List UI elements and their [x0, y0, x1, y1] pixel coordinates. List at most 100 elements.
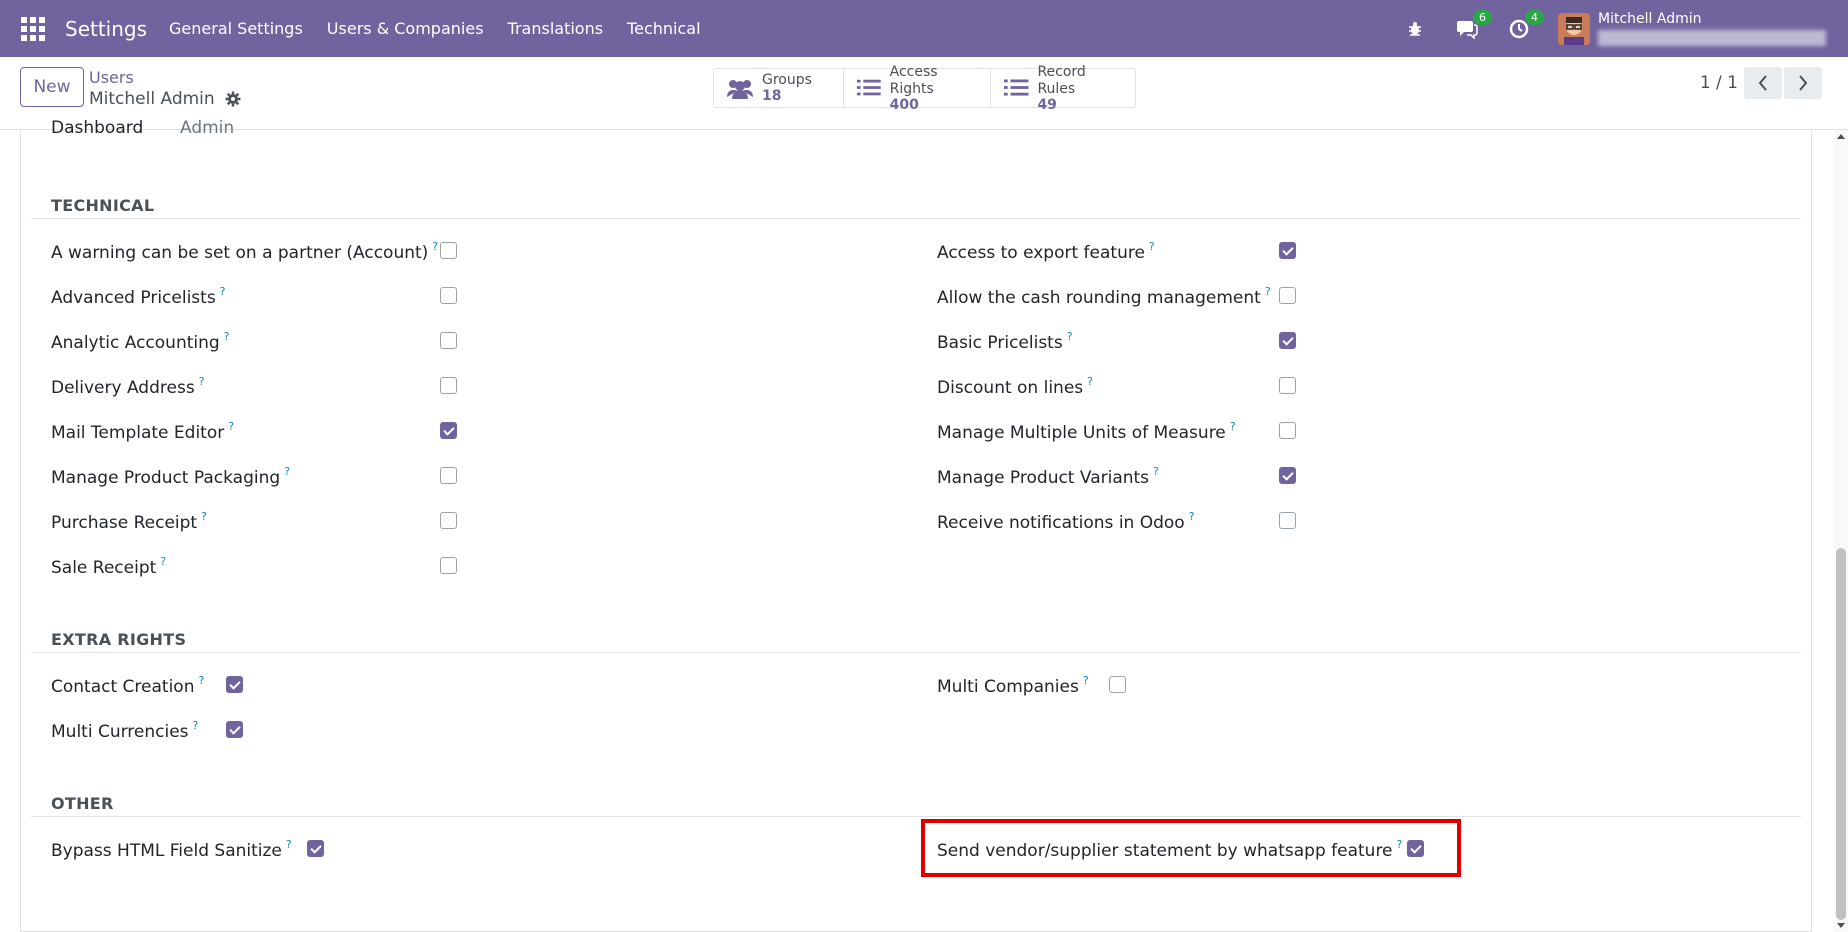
checkbox-mail-template-editor[interactable]: [440, 422, 457, 439]
help-tooltip-icon[interactable]: ?: [220, 285, 226, 298]
groups-smart-button[interactable]: Groups 18: [714, 69, 844, 107]
field-label: Mail Template Editor?: [51, 420, 235, 443]
field-label: Access to export feature?: [937, 240, 1155, 263]
groups-label: Groups: [762, 72, 812, 88]
breadcrumb-users[interactable]: Users: [89, 68, 134, 87]
checkbox-advanced-pricelists[interactable]: [440, 287, 457, 304]
record-rules-count: 49: [1037, 96, 1057, 113]
help-tooltip-icon[interactable]: ?: [1230, 420, 1236, 433]
partial-field-value: Admin: [180, 118, 235, 138]
activity-clock-icon[interactable]: 4: [1506, 9, 1544, 42]
field-label: Advanced Pricelists?: [51, 285, 226, 308]
field-label: Bypass HTML Field Sanitize?: [51, 838, 292, 861]
help-tooltip-icon[interactable]: ?: [1083, 674, 1089, 687]
checkbox-multi-companies[interactable]: [1109, 676, 1126, 693]
app-brand[interactable]: Settings: [65, 17, 147, 41]
checkbox-contact-creation[interactable]: [226, 676, 243, 693]
record-rules-smart-button[interactable]: Record Rules 49: [991, 64, 1135, 112]
help-tooltip-icon[interactable]: ?: [201, 510, 207, 523]
partial-field-label: Dashboard: [51, 118, 144, 138]
field-label: Manage Multiple Units of Measure?: [937, 420, 1236, 443]
user-name: Mitchell Admin: [1598, 11, 1702, 27]
checkbox-analytic-accounting[interactable]: [440, 332, 457, 349]
access-rights-label: Access Rights: [889, 63, 938, 97]
users-icon: [727, 80, 753, 99]
help-tooltip-icon[interactable]: ?: [224, 330, 230, 343]
checkbox-delivery-address[interactable]: [440, 377, 457, 394]
help-tooltip-icon[interactable]: ?: [1265, 285, 1271, 298]
pager-next-button[interactable]: [1784, 67, 1822, 99]
new-button[interactable]: New: [20, 67, 84, 107]
section-title-other: OTHER: [51, 794, 114, 813]
menu-users-companies[interactable]: Users & Companies: [327, 19, 484, 38]
pager-previous-button[interactable]: [1744, 67, 1782, 99]
apps-grid-icon[interactable]: [21, 16, 45, 41]
gear-icon[interactable]: [225, 91, 241, 107]
scroll-down-arrow-icon[interactable]: [1837, 923, 1845, 928]
chevron-right-icon: [1799, 75, 1808, 91]
access-rights-smart-button[interactable]: Access Rights 400: [844, 64, 991, 112]
help-tooltip-icon[interactable]: ?: [1067, 330, 1073, 343]
field-label: Allow the cash rounding management?: [937, 285, 1271, 308]
debug-bug-icon[interactable]: [1402, 16, 1428, 42]
chat-badge: 6: [1473, 9, 1492, 25]
checkbox-multiple-uom[interactable]: [1279, 422, 1296, 439]
menu-general-settings[interactable]: General Settings: [169, 19, 303, 38]
field-label: Basic Pricelists?: [937, 330, 1073, 353]
scroll-up-arrow-icon[interactable]: [1837, 134, 1845, 139]
record-name: Mitchell Admin: [89, 89, 241, 109]
help-tooltip-icon[interactable]: ?: [228, 420, 234, 433]
chat-icon[interactable]: 6: [1454, 9, 1492, 42]
help-tooltip-icon[interactable]: ?: [198, 674, 204, 687]
user-avatar[interactable]: [1558, 12, 1590, 45]
section-title-technical: TECHNICAL: [51, 196, 155, 215]
checkbox-bypass-html-sanitize[interactable]: [307, 840, 324, 857]
help-tooltip-icon[interactable]: ?: [1153, 465, 1159, 478]
checkbox-cash-rounding[interactable]: [1279, 287, 1296, 304]
checkbox-product-packaging[interactable]: [440, 467, 457, 484]
control-panel: New Users Mitchell Admin Groups 18 Acces…: [0, 57, 1848, 130]
field-label: Analytic Accounting?: [51, 330, 230, 353]
checkbox-multi-currencies[interactable]: [226, 721, 243, 738]
help-tooltip-icon[interactable]: ?: [160, 555, 166, 568]
field-label: A warning can be set on a partner (Accou…: [51, 240, 439, 263]
checkbox-product-variants[interactable]: [1279, 467, 1296, 484]
form-sheet: Dashboard Admin TECHNICAL A warning can …: [20, 118, 1812, 932]
field-label: Receive notifications in Odoo?: [937, 510, 1195, 533]
groups-count: 18: [762, 88, 782, 104]
checkbox-discount-on-lines[interactable]: [1279, 377, 1296, 394]
list-icon: [1003, 79, 1029, 96]
field-label: Contact Creation?: [51, 674, 205, 697]
record-name-text: Mitchell Admin: [89, 89, 215, 109]
checkbox-export-feature[interactable]: [1279, 242, 1296, 259]
checkbox-sale-receipt[interactable]: [440, 557, 457, 574]
checkbox-partner-warning[interactable]: [440, 242, 457, 259]
section-title-extra-rights: EXTRA RIGHTS: [51, 630, 187, 649]
help-tooltip-icon[interactable]: ?: [1149, 240, 1155, 253]
help-tooltip-icon[interactable]: ?: [1087, 375, 1093, 388]
help-tooltip-icon[interactable]: ?: [432, 240, 438, 253]
field-label: Manage Product Packaging?: [51, 465, 291, 488]
field-label: Delivery Address?: [51, 375, 205, 398]
user-database-blurred: [1598, 30, 1826, 46]
menu-technical[interactable]: Technical: [627, 19, 700, 38]
checkbox-odoo-notifications[interactable]: [1279, 512, 1296, 529]
smart-buttons: Groups 18 Access Rights 400 Record Rules…: [713, 64, 1136, 112]
checkbox-basic-pricelists[interactable]: [1279, 332, 1296, 349]
help-tooltip-icon[interactable]: ?: [1189, 510, 1195, 523]
field-label: Multi Companies?: [937, 674, 1089, 697]
help-tooltip-icon[interactable]: ?: [284, 465, 290, 478]
access-rights-count: 400: [889, 96, 919, 113]
menu-translations[interactable]: Translations: [508, 19, 604, 38]
field-label: Multi Currencies?: [51, 719, 199, 742]
list-icon: [856, 79, 881, 96]
scrollbar-thumb[interactable]: [1836, 548, 1846, 920]
user-menu[interactable]: Mitchell Admin: [1598, 11, 1828, 46]
help-tooltip-icon[interactable]: ?: [193, 719, 199, 732]
field-label: Purchase Receipt?: [51, 510, 207, 533]
help-tooltip-icon[interactable]: ?: [199, 375, 205, 388]
checkbox-purchase-receipt[interactable]: [440, 512, 457, 529]
section-divider: [31, 218, 1801, 219]
pager-value[interactable]: 1 / 1: [1700, 73, 1738, 93]
help-tooltip-icon[interactable]: ?: [286, 838, 292, 851]
